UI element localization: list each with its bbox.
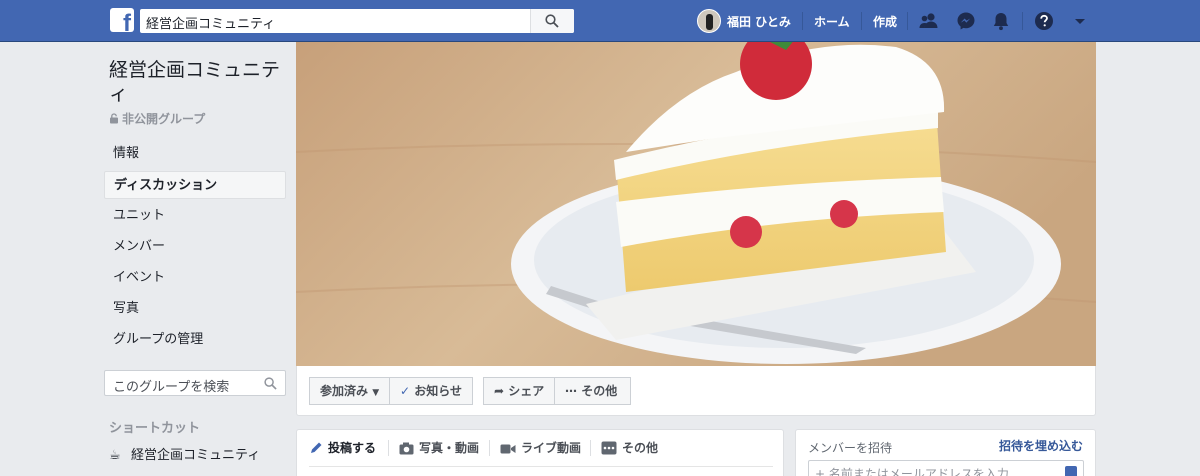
tab-write-post-label: 投稿する [328,441,377,455]
create-link[interactable]: 作成 [873,13,897,30]
nav-divider [1022,12,1023,30]
sidebar-item-members[interactable]: メンバー [104,233,286,261]
video-camera-icon [500,444,516,454]
sidebar-item-units[interactable]: ユニット [104,202,286,230]
group-cover-photo[interactable] [296,42,1096,366]
tab-more[interactable]: その他 [601,439,658,456]
post-composer: 投稿する 写真・動画 ライブ動画 その他 [296,429,784,476]
search-icon [545,14,559,28]
check-icon: ✓ [400,384,411,398]
top-navigation-bar: f 経営企画コミュニティ 福田 ひとみ ホーム 作成 [0,0,1200,42]
tab-live-video-label: ライブ動画 [521,441,582,455]
tab-divider [489,440,490,456]
facebook-logo-icon[interactable]: f [110,8,134,32]
invite-member-input[interactable]: + 名前またはメールアドレスを入力... [808,460,1084,476]
avatar [697,9,721,33]
privacy-label: 非公開グループ [122,112,206,126]
notifications-bell-icon[interactable] [990,10,1012,32]
embed-invite-link[interactable]: 招待を埋め込む [999,437,1083,454]
share-button[interactable]: ➦ シェア [483,377,555,405]
composer-divider [309,466,773,467]
shortcut-item[interactable]: ☕ 経営企画コミュニティ [109,444,260,463]
group-search-input[interactable]: このグループを検索 [104,370,286,396]
group-name[interactable]: 経営企画コミュニティ [109,58,289,106]
notifications-label: お知らせ [414,384,463,398]
joined-dropdown-button[interactable]: 参加済み ▼ [309,377,390,405]
tab-photo-video[interactable]: 写真・動画 [399,439,479,456]
group-action-bar: 参加済み ▼ ✓ お知らせ ➦ シェア ⋯ その他 [296,366,1096,416]
chevron-down-icon: ▼ [372,388,380,398]
global-search-bar[interactable]: 経営企画コミュニティ [140,9,574,33]
tab-photo-video-label: 写真・動画 [419,441,480,455]
tab-divider [590,440,591,456]
group-privacy: 非公開グループ [109,110,205,127]
joined-label: 参加済み [320,384,369,398]
search-button[interactable] [530,9,574,33]
more-dots-icon [601,441,617,455]
sidebar-item-events[interactable]: イベント [104,264,286,292]
more-label: その他 [581,384,618,398]
search-input[interactable]: 経営企画コミュニティ [146,13,275,32]
camera-icon [399,442,414,455]
share-arrow-icon: ➦ [494,384,505,398]
tab-write-post[interactable]: 投稿する [309,439,376,456]
profile-name: 福田 ひとみ [727,15,791,29]
messenger-icon[interactable] [955,10,977,32]
group-sidebar-nav: 情報 ディスカッション ユニット メンバー イベント 写真 グループの管理 [104,140,286,357]
friend-requests-icon[interactable] [918,10,940,32]
sidebar-item-manage-group[interactable]: グループの管理 [104,326,286,354]
sidebar-item-discussion[interactable]: ディスカッション [104,171,286,199]
sidebar-item-photos[interactable]: 写真 [104,295,286,323]
pencil-icon [311,442,322,453]
tab-live-video[interactable]: ライブ動画 [500,439,581,456]
coffee-cup-icon: ☕ [109,448,121,463]
more-dots-icon: ⋯ [565,384,577,398]
notifications-button[interactable]: ✓ お知らせ [389,377,473,405]
more-options-button[interactable]: ⋯ その他 [554,377,631,405]
shortcut-label: 経営企画コミュニティ [131,448,261,463]
nav-divider [802,12,803,30]
lock-icon [110,113,118,124]
shortcuts-heading: ショートカット [109,421,201,436]
tab-more-label: その他 [622,441,659,455]
sidebar-item-about[interactable]: 情報 [104,140,286,168]
home-link[interactable]: ホーム [814,13,850,30]
invite-members-panel: メンバーを招待 招待を埋め込む + 名前またはメールアドレスを入力... [795,429,1096,476]
share-label: シェア [508,384,545,398]
nav-divider [907,12,908,30]
contact-book-icon[interactable] [1065,466,1077,476]
nav-divider [861,12,862,30]
invite-heading: メンバーを招待 [808,441,893,455]
invite-placeholder: + 名前またはメールアドレスを入力... [815,467,1021,476]
account-menu-chevron-icon[interactable] [1069,10,1091,32]
help-icon[interactable] [1033,10,1055,32]
tab-divider [388,440,389,456]
search-icon [264,377,277,390]
group-search-placeholder: このグループを検索 [113,380,230,395]
